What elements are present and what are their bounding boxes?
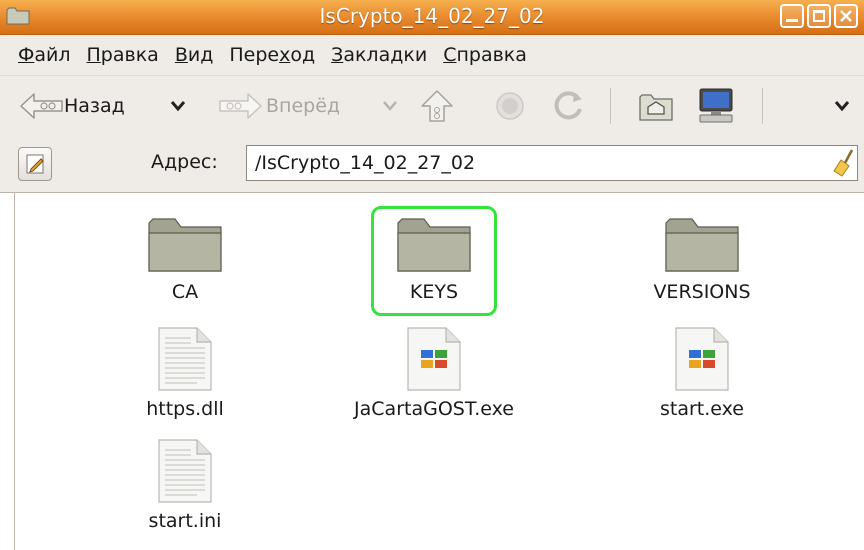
home-button[interactable] xyxy=(638,76,674,136)
toolbar-overflow-dropdown[interactable] xyxy=(834,76,850,136)
file-item-folder[interactable]: CA xyxy=(95,213,275,303)
home-icon xyxy=(639,94,673,121)
maximize-button[interactable] xyxy=(807,4,831,28)
up-button[interactable] xyxy=(420,76,454,136)
chevron-down-icon xyxy=(834,101,850,112)
address-input[interactable] xyxy=(246,145,858,181)
text-file-icon xyxy=(158,327,212,391)
back-history-dropdown[interactable] xyxy=(170,76,186,136)
stop-icon xyxy=(496,92,524,120)
forward-arrow-icon xyxy=(219,93,262,119)
menu-file[interactable]: Файл xyxy=(0,44,79,66)
location-bar: Адрес: xyxy=(0,136,864,193)
reload-button[interactable] xyxy=(552,76,586,136)
folder-icon xyxy=(148,218,222,272)
clear-location-icon[interactable] xyxy=(832,149,856,177)
maximize-icon xyxy=(813,10,825,22)
forward-history-dropdown[interactable] xyxy=(382,76,398,136)
pencil-icon xyxy=(26,154,44,174)
menu-help[interactable]: Справка xyxy=(435,44,535,66)
menu-go[interactable]: Переход xyxy=(221,44,323,66)
toolbar-separator xyxy=(762,88,763,124)
file-name: VERSIONS xyxy=(653,281,751,303)
minimize-icon xyxy=(786,19,798,22)
toolbar-separator xyxy=(610,88,611,124)
text-file-icon xyxy=(158,439,212,503)
file-name: start.exe xyxy=(660,398,744,420)
menu-bar: Файл Правка Вид Переход Закладки Справка xyxy=(0,35,864,75)
stop-button[interactable] xyxy=(494,76,526,136)
computer-button[interactable] xyxy=(696,76,736,136)
title-bar: IsCrypto_14_02_27_02 xyxy=(0,0,864,35)
file-item-document[interactable]: https.dll xyxy=(95,326,275,420)
folder-icon xyxy=(665,218,739,272)
selection-highlight xyxy=(371,206,497,316)
forward-label: Вперёд xyxy=(266,95,341,117)
close-icon xyxy=(840,10,852,22)
file-item-executable[interactable]: start.exe xyxy=(612,326,792,420)
chevron-down-icon xyxy=(383,101,397,111)
back-arrow-icon xyxy=(20,93,63,119)
window-title: IsCrypto_14_02_27_02 xyxy=(319,4,545,28)
toolbar: Назад Вперёд xyxy=(0,75,864,137)
executable-file-icon xyxy=(675,327,729,391)
chevron-down-icon xyxy=(170,101,186,112)
executable-file-icon xyxy=(407,327,461,391)
file-name: CA xyxy=(171,281,199,303)
menu-bookmarks[interactable]: Закладки xyxy=(323,44,435,66)
file-name: https.dll xyxy=(146,398,224,420)
menu-view[interactable]: Вид xyxy=(167,44,222,66)
edit-location-button[interactable] xyxy=(18,147,52,181)
file-item-folder[interactable]: VERSIONS xyxy=(612,213,792,303)
minimize-button[interactable] xyxy=(780,4,804,28)
file-name: JaCartaGOST.exe xyxy=(354,398,514,420)
file-item-executable[interactable]: JaCartaGOST.exe xyxy=(344,326,524,420)
close-button[interactable] xyxy=(834,4,858,28)
back-label: Назад xyxy=(64,95,125,117)
reload-icon xyxy=(554,91,582,120)
address-label: Адрес: xyxy=(151,151,218,173)
file-view: CA KEYS VERSIONS https.dll JaCartaGOST.e… xyxy=(14,193,864,550)
menu-edit[interactable]: Правка xyxy=(79,44,167,66)
file-item-document[interactable]: start.ini xyxy=(95,438,275,532)
back-button[interactable]: Назад xyxy=(18,76,125,136)
forward-button[interactable]: Вперёд xyxy=(218,76,340,136)
up-arrow-icon xyxy=(421,90,453,122)
file-name: start.ini xyxy=(148,510,222,532)
computer-icon xyxy=(699,88,733,123)
